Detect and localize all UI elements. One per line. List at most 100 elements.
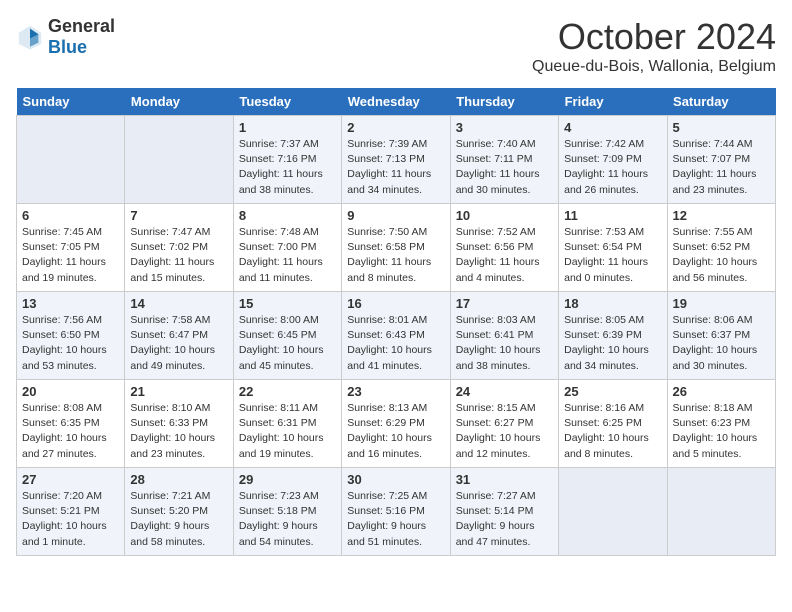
day-number: 25: [564, 384, 661, 399]
calendar-cell: 27 Sunrise: 7:20 AMSunset: 5:21 PMDaylig…: [17, 468, 125, 556]
day-number: 29: [239, 472, 336, 487]
day-number: 7: [130, 208, 227, 223]
logo-general: General: [48, 16, 115, 36]
calendar-cell: 22 Sunrise: 8:11 AMSunset: 6:31 PMDaylig…: [233, 380, 341, 468]
day-detail: Sunrise: 8:01 AMSunset: 6:43 PMDaylight:…: [347, 313, 444, 374]
day-detail: Sunrise: 8:03 AMSunset: 6:41 PMDaylight:…: [456, 313, 553, 374]
day-number: 16: [347, 296, 444, 311]
weekday-header: Wednesday: [342, 88, 450, 116]
logo: General Blue: [16, 16, 115, 58]
day-detail: Sunrise: 7:42 AMSunset: 7:09 PMDaylight:…: [564, 137, 661, 198]
day-number: 27: [22, 472, 119, 487]
day-number: 10: [456, 208, 553, 223]
weekday-header: Sunday: [17, 88, 125, 116]
calendar-cell: 1 Sunrise: 7:37 AMSunset: 7:16 PMDayligh…: [233, 116, 341, 204]
calendar-cell: [667, 468, 775, 556]
calendar-cell: 6 Sunrise: 7:45 AMSunset: 7:05 PMDayligh…: [17, 204, 125, 292]
day-detail: Sunrise: 7:50 AMSunset: 6:58 PMDaylight:…: [347, 225, 444, 286]
day-detail: Sunrise: 8:10 AMSunset: 6:33 PMDaylight:…: [130, 401, 227, 462]
day-detail: Sunrise: 8:06 AMSunset: 6:37 PMDaylight:…: [673, 313, 770, 374]
day-detail: Sunrise: 7:40 AMSunset: 7:11 PMDaylight:…: [456, 137, 553, 198]
calendar-cell: [559, 468, 667, 556]
day-detail: Sunrise: 8:13 AMSunset: 6:29 PMDaylight:…: [347, 401, 444, 462]
day-number: 5: [673, 120, 770, 135]
day-number: 1: [239, 120, 336, 135]
day-number: 23: [347, 384, 444, 399]
day-number: 17: [456, 296, 553, 311]
calendar-cell: 13 Sunrise: 7:56 AMSunset: 6:50 PMDaylig…: [17, 292, 125, 380]
day-number: 26: [673, 384, 770, 399]
month-title: October 2024: [532, 16, 776, 58]
day-detail: Sunrise: 7:56 AMSunset: 6:50 PMDaylight:…: [22, 313, 119, 374]
day-detail: Sunrise: 7:44 AMSunset: 7:07 PMDaylight:…: [673, 137, 770, 198]
day-detail: Sunrise: 7:58 AMSunset: 6:47 PMDaylight:…: [130, 313, 227, 374]
calendar-cell: 19 Sunrise: 8:06 AMSunset: 6:37 PMDaylig…: [667, 292, 775, 380]
day-number: 30: [347, 472, 444, 487]
calendar-cell: [17, 116, 125, 204]
calendar-header: SundayMondayTuesdayWednesdayThursdayFrid…: [17, 88, 776, 116]
day-number: 2: [347, 120, 444, 135]
page-header: General Blue October 2024 Queue-du-Bois,…: [16, 16, 776, 76]
location-title: Queue-du-Bois, Wallonia, Belgium: [532, 58, 776, 76]
weekday-header: Thursday: [450, 88, 558, 116]
day-detail: Sunrise: 7:27 AMSunset: 5:14 PMDaylight:…: [456, 489, 553, 550]
day-detail: Sunrise: 7:20 AMSunset: 5:21 PMDaylight:…: [22, 489, 119, 550]
calendar-cell: 30 Sunrise: 7:25 AMSunset: 5:16 PMDaylig…: [342, 468, 450, 556]
day-detail: Sunrise: 7:48 AMSunset: 7:00 PMDaylight:…: [239, 225, 336, 286]
day-detail: Sunrise: 7:37 AMSunset: 7:16 PMDaylight:…: [239, 137, 336, 198]
day-number: 13: [22, 296, 119, 311]
calendar-cell: 3 Sunrise: 7:40 AMSunset: 7:11 PMDayligh…: [450, 116, 558, 204]
logo-text: General Blue: [48, 16, 115, 58]
calendar-cell: 5 Sunrise: 7:44 AMSunset: 7:07 PMDayligh…: [667, 116, 775, 204]
calendar-cell: 12 Sunrise: 7:55 AMSunset: 6:52 PMDaylig…: [667, 204, 775, 292]
day-number: 19: [673, 296, 770, 311]
day-number: 22: [239, 384, 336, 399]
day-detail: Sunrise: 7:52 AMSunset: 6:56 PMDaylight:…: [456, 225, 553, 286]
calendar-cell: 28 Sunrise: 7:21 AMSunset: 5:20 PMDaylig…: [125, 468, 233, 556]
day-detail: Sunrise: 8:11 AMSunset: 6:31 PMDaylight:…: [239, 401, 336, 462]
title-block: October 2024 Queue-du-Bois, Wallonia, Be…: [532, 16, 776, 76]
day-number: 6: [22, 208, 119, 223]
calendar-cell: 17 Sunrise: 8:03 AMSunset: 6:41 PMDaylig…: [450, 292, 558, 380]
weekday-header: Tuesday: [233, 88, 341, 116]
calendar-cell: 21 Sunrise: 8:10 AMSunset: 6:33 PMDaylig…: [125, 380, 233, 468]
day-number: 28: [130, 472, 227, 487]
calendar-cell: 16 Sunrise: 8:01 AMSunset: 6:43 PMDaylig…: [342, 292, 450, 380]
calendar-cell: 24 Sunrise: 8:15 AMSunset: 6:27 PMDaylig…: [450, 380, 558, 468]
calendar-cell: 23 Sunrise: 8:13 AMSunset: 6:29 PMDaylig…: [342, 380, 450, 468]
calendar-cell: 7 Sunrise: 7:47 AMSunset: 7:02 PMDayligh…: [125, 204, 233, 292]
calendar-cell: 31 Sunrise: 7:27 AMSunset: 5:14 PMDaylig…: [450, 468, 558, 556]
calendar-cell: 26 Sunrise: 8:18 AMSunset: 6:23 PMDaylig…: [667, 380, 775, 468]
day-number: 21: [130, 384, 227, 399]
day-number: 24: [456, 384, 553, 399]
calendar-cell: 11 Sunrise: 7:53 AMSunset: 6:54 PMDaylig…: [559, 204, 667, 292]
day-number: 12: [673, 208, 770, 223]
logo-icon: [16, 23, 44, 51]
calendar-cell: [125, 116, 233, 204]
calendar-cell: 14 Sunrise: 7:58 AMSunset: 6:47 PMDaylig…: [125, 292, 233, 380]
day-detail: Sunrise: 8:00 AMSunset: 6:45 PMDaylight:…: [239, 313, 336, 374]
calendar-table: SundayMondayTuesdayWednesdayThursdayFrid…: [16, 88, 776, 556]
day-detail: Sunrise: 8:16 AMSunset: 6:25 PMDaylight:…: [564, 401, 661, 462]
calendar-cell: 25 Sunrise: 8:16 AMSunset: 6:25 PMDaylig…: [559, 380, 667, 468]
day-number: 3: [456, 120, 553, 135]
day-detail: Sunrise: 7:21 AMSunset: 5:20 PMDaylight:…: [130, 489, 227, 550]
logo-blue: Blue: [48, 37, 87, 57]
day-number: 8: [239, 208, 336, 223]
day-detail: Sunrise: 7:45 AMSunset: 7:05 PMDaylight:…: [22, 225, 119, 286]
day-number: 18: [564, 296, 661, 311]
calendar-cell: 29 Sunrise: 7:23 AMSunset: 5:18 PMDaylig…: [233, 468, 341, 556]
weekday-header: Monday: [125, 88, 233, 116]
day-detail: Sunrise: 8:08 AMSunset: 6:35 PMDaylight:…: [22, 401, 119, 462]
day-detail: Sunrise: 7:53 AMSunset: 6:54 PMDaylight:…: [564, 225, 661, 286]
day-number: 9: [347, 208, 444, 223]
day-number: 11: [564, 208, 661, 223]
calendar-cell: 18 Sunrise: 8:05 AMSunset: 6:39 PMDaylig…: [559, 292, 667, 380]
day-detail: Sunrise: 8:18 AMSunset: 6:23 PMDaylight:…: [673, 401, 770, 462]
day-detail: Sunrise: 8:05 AMSunset: 6:39 PMDaylight:…: [564, 313, 661, 374]
day-detail: Sunrise: 7:25 AMSunset: 5:16 PMDaylight:…: [347, 489, 444, 550]
calendar-cell: 20 Sunrise: 8:08 AMSunset: 6:35 PMDaylig…: [17, 380, 125, 468]
calendar-cell: 8 Sunrise: 7:48 AMSunset: 7:00 PMDayligh…: [233, 204, 341, 292]
day-detail: Sunrise: 7:39 AMSunset: 7:13 PMDaylight:…: [347, 137, 444, 198]
calendar-cell: 4 Sunrise: 7:42 AMSunset: 7:09 PMDayligh…: [559, 116, 667, 204]
